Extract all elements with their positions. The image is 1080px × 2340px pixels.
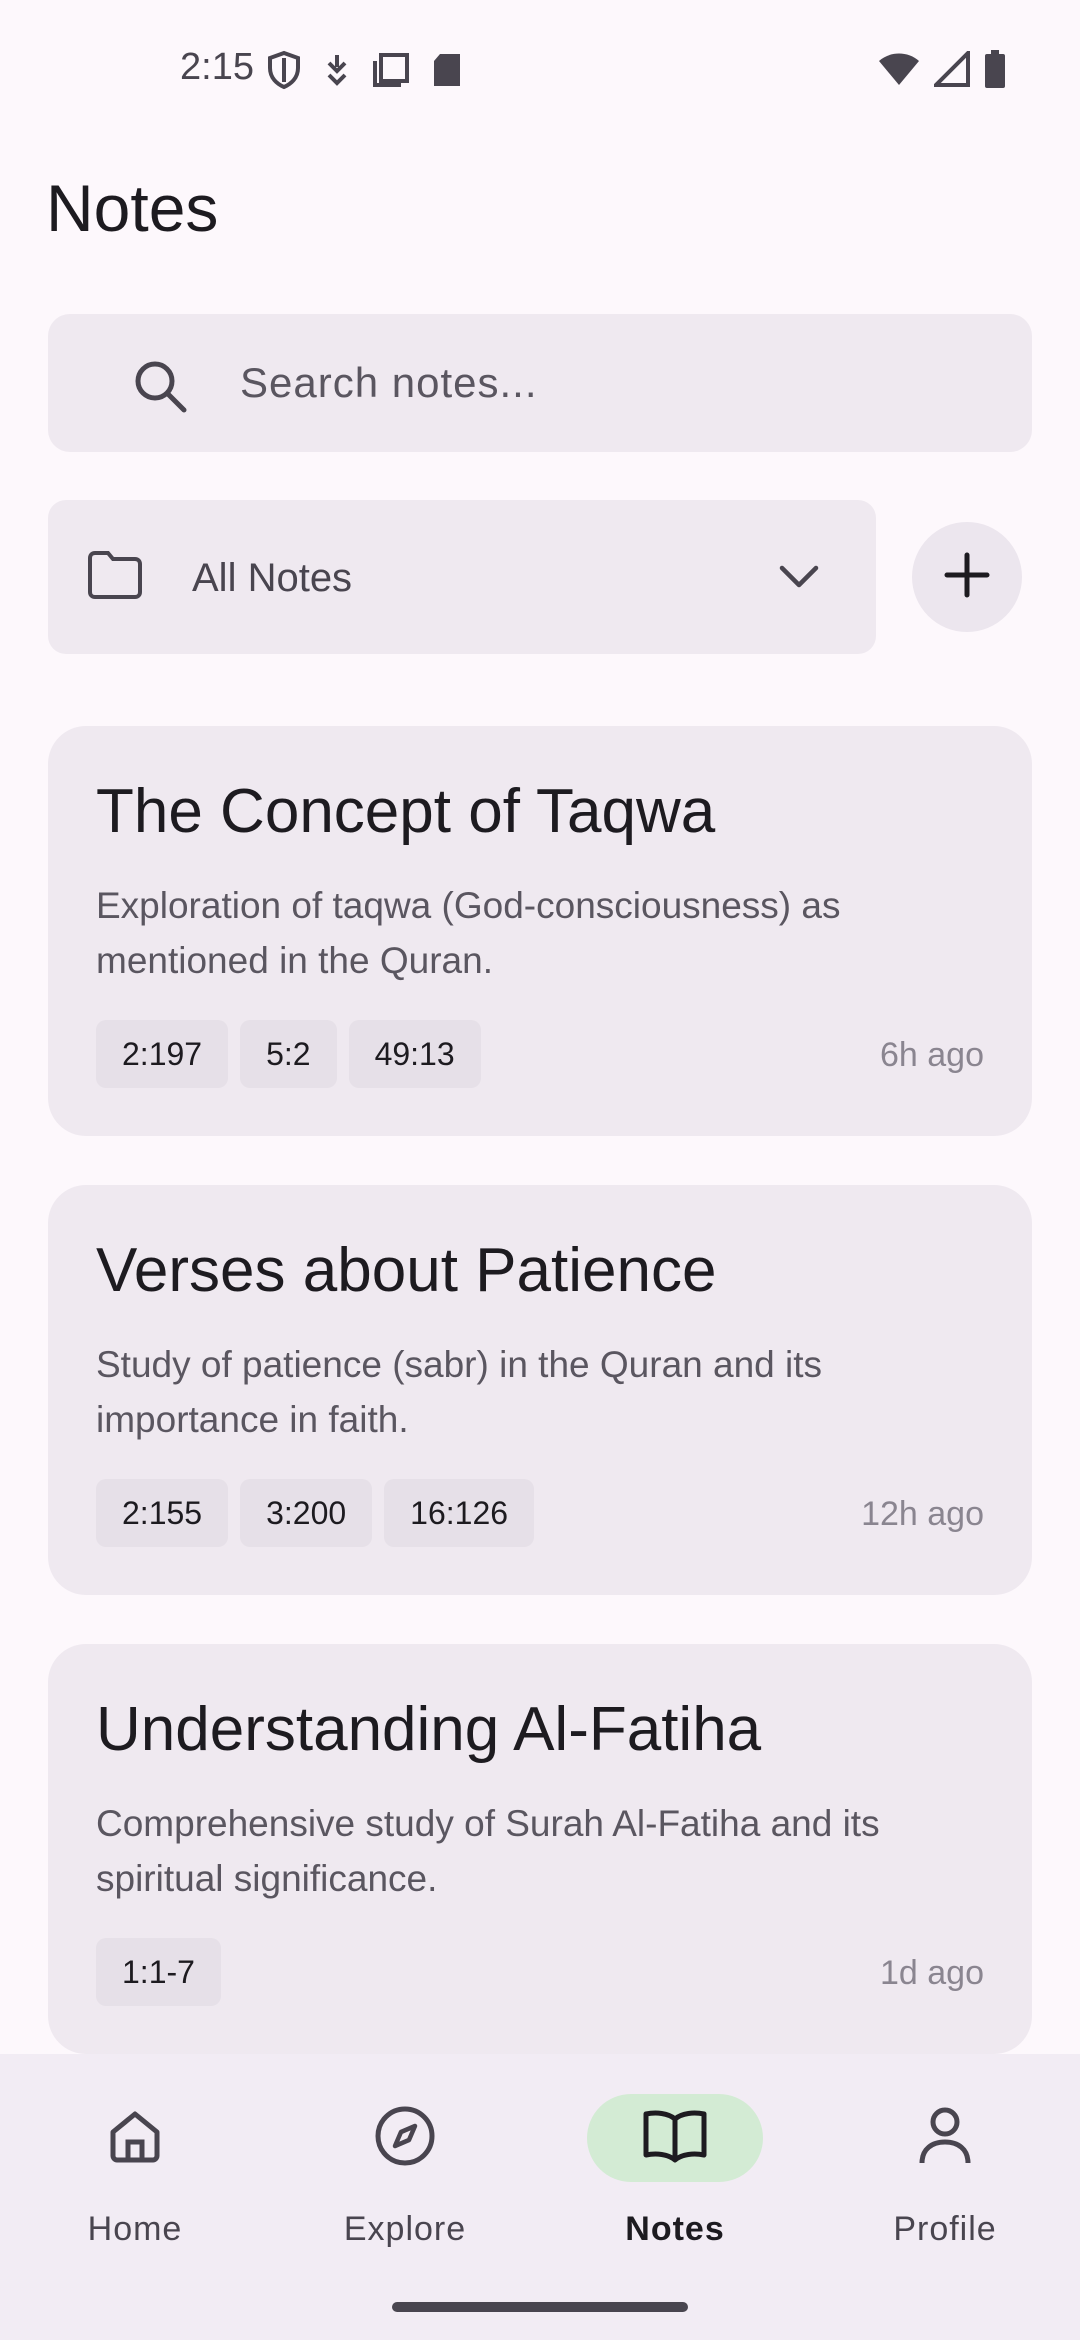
nav-label: Profile bbox=[893, 2210, 997, 2248]
note-card[interactable]: Understanding Al-Fatiha Comprehensive st… bbox=[48, 1644, 1032, 2054]
folder-dropdown[interactable] bbox=[48, 500, 876, 654]
note-description: Study of patience (sabr) in the Quran an… bbox=[96, 1344, 823, 1440]
status-time: 2:15 bbox=[180, 46, 254, 88]
battery-icon bbox=[984, 50, 1006, 93]
note-title: Understanding Al-Fatiha bbox=[96, 1695, 762, 1764]
plus-icon bbox=[943, 551, 991, 604]
search-icon bbox=[132, 358, 188, 419]
status-icons-left bbox=[266, 50, 462, 95]
chevron-down-icon[interactable] bbox=[778, 558, 820, 603]
nav-label: Explore bbox=[343, 2210, 467, 2248]
sd-card-icon bbox=[432, 52, 462, 93]
verse-tags: 2:197 5:2 49:13 bbox=[96, 1020, 481, 1088]
compass-icon bbox=[373, 2104, 437, 2173]
home-indicator[interactable] bbox=[392, 2302, 688, 2312]
nav-label: Home bbox=[87, 2210, 183, 2248]
cell-signal-icon bbox=[931, 48, 970, 92]
nav-item-explore[interactable]: Explore bbox=[270, 2054, 540, 2284]
shield-icon bbox=[266, 50, 302, 95]
search-input[interactable] bbox=[240, 314, 1000, 452]
nav-item-notes[interactable]: Notes bbox=[540, 2054, 810, 2284]
note-timestamp: 6h ago bbox=[880, 1036, 984, 1074]
verse-tag[interactable]: 1:1-7 bbox=[96, 1938, 221, 2006]
note-card[interactable]: The Concept of Taqwa Exploration of taqw… bbox=[48, 726, 1032, 1136]
nav-pill bbox=[317, 2094, 493, 2182]
verse-tag[interactable]: 5:2 bbox=[240, 1020, 337, 1088]
verse-tags: 2:155 3:200 16:126 bbox=[96, 1479, 535, 1547]
copy-icon bbox=[372, 52, 410, 93]
person-icon bbox=[916, 2105, 974, 2172]
note-description: Comprehensive study of Surah Al-Fatiha a… bbox=[96, 1803, 880, 1899]
status-icons-right bbox=[878, 48, 1006, 93]
verse-tag[interactable]: 2:197 bbox=[96, 1020, 229, 1088]
home-icon bbox=[105, 2106, 165, 2171]
nav-item-profile[interactable]: Profile bbox=[810, 2054, 1080, 2284]
verse-tag[interactable]: 2:155 bbox=[96, 1479, 229, 1547]
verse-tag[interactable]: 49:13 bbox=[348, 1020, 481, 1088]
folder-selected-label: All Notes bbox=[192, 556, 353, 600]
verse-tag[interactable]: 16:126 bbox=[384, 1479, 535, 1547]
page-title: Notes bbox=[46, 171, 219, 245]
book-icon bbox=[642, 2107, 708, 2170]
nav-item-home[interactable]: Home bbox=[0, 2054, 270, 2284]
note-title: The Concept of Taqwa bbox=[96, 777, 716, 846]
search-bar[interactable] bbox=[48, 314, 1032, 452]
wifi-icon bbox=[878, 51, 920, 92]
add-note-button[interactable] bbox=[912, 522, 1022, 632]
download-arrow-icon bbox=[324, 53, 350, 92]
note-timestamp: 1d ago bbox=[880, 1954, 984, 1992]
verse-tag[interactable]: 3:200 bbox=[240, 1479, 373, 1547]
note-card[interactable]: Verses about Patience Study of patience … bbox=[48, 1185, 1032, 1595]
verse-tags: 1:1-7 bbox=[96, 1938, 221, 2006]
nav-label: Notes bbox=[625, 2210, 725, 2248]
folder-icon bbox=[86, 550, 144, 605]
bottom-navigation: Home Explore Notes Profile bbox=[0, 2054, 1080, 2340]
nav-pill bbox=[857, 2094, 1033, 2182]
nav-pill bbox=[47, 2094, 223, 2182]
nav-pill-active bbox=[587, 2094, 763, 2182]
note-description: Exploration of taqwa (God-consciousness)… bbox=[96, 885, 841, 981]
note-timestamp: 12h ago bbox=[861, 1495, 984, 1533]
status-bar: 2:15 bbox=[0, 0, 1080, 142]
note-title: Verses about Patience bbox=[96, 1236, 717, 1305]
